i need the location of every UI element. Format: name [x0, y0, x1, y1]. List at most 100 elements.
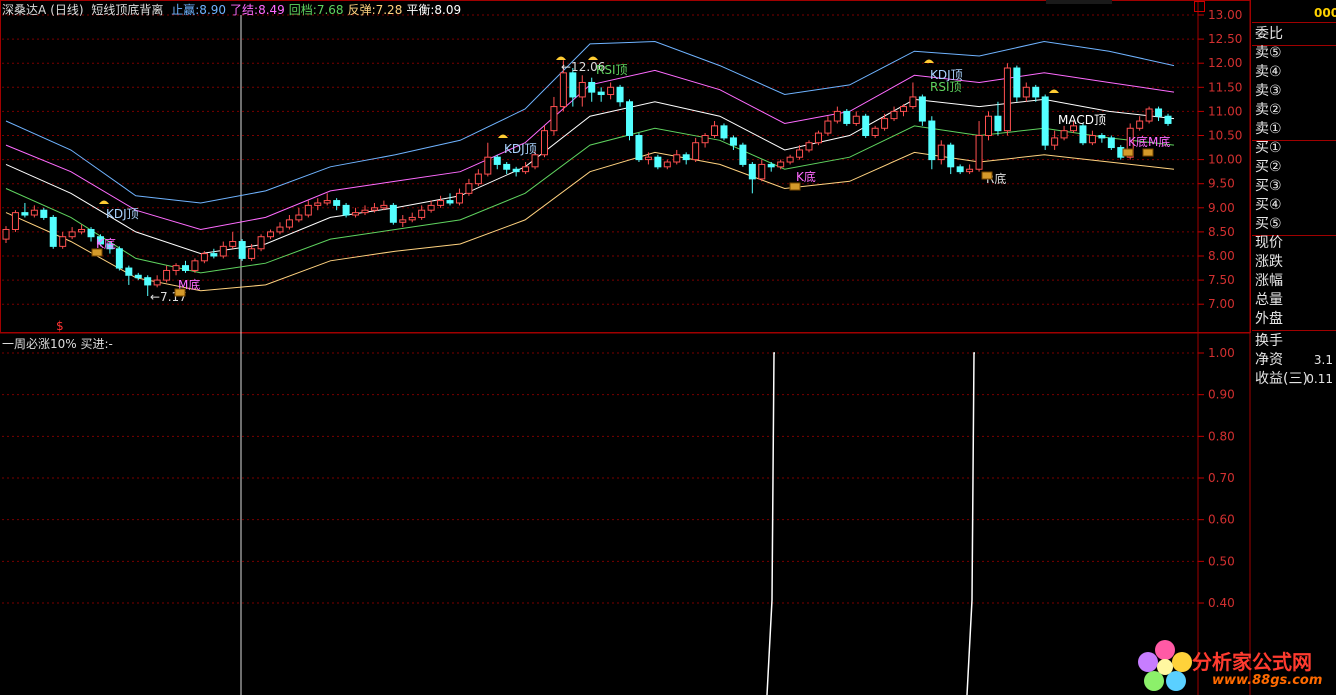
quote-row-label: 涨幅: [1255, 273, 1283, 289]
quote-row[interactable]: 收益(三) 0.11: [1255, 370, 1335, 389]
stock-name[interactable]: 深桑达A: [2, 3, 46, 17]
quote-row[interactable]: 买④: [1255, 196, 1335, 215]
indicator-name[interactable]: 短线顶底背离: [91, 3, 163, 17]
candle-body: [833, 110, 841, 122]
candle-body: [1136, 120, 1144, 129]
chart-header: 深桑达A (日线) 短线顶底背离 止赢:8.90 了结:8.49 回档:7.68 反弹:…: [2, 1, 469, 18]
quote-row[interactable]: 现价: [1255, 234, 1335, 253]
sub-tick-label: 0.40: [1208, 596, 1235, 610]
candle-body: [852, 115, 860, 124]
candle-body: [427, 204, 435, 211]
quote-row[interactable]: 涨跌: [1255, 253, 1335, 272]
candle-body: [1107, 137, 1115, 149]
quote-row-label: 外盘: [1255, 311, 1283, 327]
candle-body: [1079, 125, 1087, 144]
signal-spike: [966, 352, 975, 695]
candle-body: [767, 163, 775, 168]
candle-body: [11, 212, 19, 230]
candle-body: [144, 277, 152, 286]
candle-body: [607, 86, 615, 96]
quote-row[interactable]: 换手: [1255, 332, 1335, 351]
annotation-label: K底: [796, 169, 816, 184]
candle-body: [777, 161, 785, 168]
bottom-marker-icon: [1142, 148, 1154, 157]
quote-row[interactable]: 买①: [1255, 139, 1335, 158]
candle-body: [711, 125, 719, 137]
candle-body: [191, 260, 199, 271]
candle-body: [890, 110, 898, 120]
sub-tick-label: 0.90: [1208, 388, 1235, 402]
annotation-label: KDJ顶: [106, 207, 139, 221]
period-label[interactable]: (日线): [50, 3, 83, 17]
close-panel-button[interactable]: [1194, 1, 1205, 12]
candle-body: [304, 204, 312, 216]
top-marker-icon: [498, 134, 508, 138]
quote-row[interactable]: 卖②: [1255, 101, 1335, 120]
candle-body: [956, 166, 964, 173]
candle-body: [408, 216, 416, 221]
candle-body: [975, 135, 983, 170]
signal-spike: [766, 352, 775, 695]
price-tick-label: 13.00: [1208, 8, 1242, 22]
quote-row[interactable]: 总量: [1255, 291, 1335, 310]
quote-row[interactable]: 买⑤: [1255, 215, 1335, 234]
sub-panel-header: 一周必涨10% 买进:-: [2, 335, 113, 352]
candle-body: [966, 168, 974, 173]
quote-row-label: 买①: [1255, 140, 1282, 156]
quote-row[interactable]: 买③: [1255, 177, 1335, 196]
bottom-marker-icon: [1122, 148, 1134, 157]
quote-row-label: 卖②: [1255, 102, 1282, 118]
quote-row-label: 现价: [1255, 235, 1283, 251]
price-tick-label: 10.00: [1208, 153, 1242, 167]
quote-row[interactable]: 涨幅: [1255, 272, 1335, 291]
candle-body: [654, 156, 662, 168]
candle-body: [994, 115, 1002, 132]
candle-body: [30, 209, 38, 216]
bottom-marker-icon: [91, 248, 103, 257]
candle-body: [493, 156, 501, 165]
quote-row[interactable]: 卖①: [1255, 120, 1335, 139]
candle-body: [578, 81, 586, 98]
candle-body: [181, 265, 189, 271]
band-line-回档: [5, 125, 1175, 274]
quote-row-label: 净资: [1255, 352, 1283, 368]
annotation-label: K底: [1128, 134, 1148, 149]
candle-body: [295, 214, 303, 221]
scroll-indicator[interactable]: [1046, 0, 1112, 4]
candle-body: [1032, 86, 1040, 98]
quote-row[interactable]: 卖⑤: [1255, 44, 1335, 63]
indicator-value-3: 反弹:7.28: [347, 3, 403, 17]
quote-row-label: 买④: [1255, 197, 1282, 213]
indicator-values: 止赢:8.90 了结:8.49 回档:7.68 反弹:7.28 平衡:8.09: [171, 3, 465, 17]
candle-body: [503, 163, 511, 170]
quote-row[interactable]: 卖④: [1255, 63, 1335, 82]
candle-body: [484, 156, 492, 175]
price-tick-label: 12.50: [1208, 32, 1242, 46]
candle-body: [418, 209, 426, 218]
indicator-value-0: 止赢:8.90: [171, 3, 227, 17]
candle-body: [720, 125, 728, 139]
quote-row[interactable]: 买②: [1255, 158, 1335, 177]
indicator-value-1: 了结:8.49: [230, 3, 285, 17]
candle-body: [796, 149, 804, 158]
axes: 13.00 12.50 12.00 11.50 11.00 10.50 10.00 9.50 9…: [1198, 8, 1242, 610]
chart-canvas[interactable]: KDJ顶K底M底←7.17KDJ顶←12.06RSI顶K底KDJ顶RSI顶R底M…: [0, 0, 1336, 695]
candle-body: [238, 241, 246, 259]
quote-row[interactable]: 净资 3.1: [1255, 351, 1335, 370]
candle-body: [200, 253, 208, 262]
top-marker-icon: [588, 56, 598, 60]
quote-row[interactable]: 卖③: [1255, 82, 1335, 101]
candle-body: [588, 81, 596, 93]
stock-code[interactable]: 000032: [1314, 6, 1336, 20]
quote-row-label: 卖⑤: [1255, 45, 1282, 61]
quote-row[interactable]: 委比: [1255, 25, 1335, 44]
candle-body: [701, 135, 709, 144]
candle-body: [739, 144, 747, 165]
candle-body: [49, 216, 57, 247]
candle-body: [522, 166, 530, 173]
quote-row-label: 换手: [1255, 333, 1283, 349]
sub-indicator-title[interactable]: 一周必涨10%: [2, 337, 77, 351]
candle-body: [1098, 135, 1106, 139]
candle-body: [682, 154, 690, 161]
quote-row[interactable]: 外盘: [1255, 310, 1335, 329]
